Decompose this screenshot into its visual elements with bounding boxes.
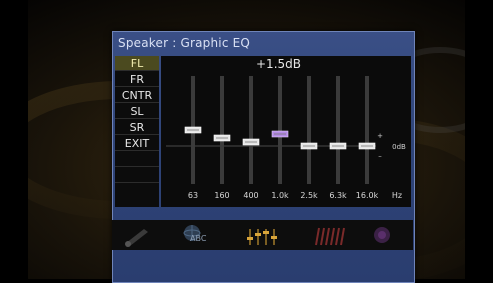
channel-item-sl[interactable]: SL [115, 104, 159, 119]
freq-label-1.0k: 1.0k [271, 191, 289, 200]
gain-readout: +1.5dB [256, 57, 301, 71]
slider-track-160[interactable] [220, 76, 224, 184]
slider-track-400[interactable] [249, 76, 253, 184]
minus-label: – [378, 152, 382, 160]
channel-item-fr[interactable]: FR [115, 72, 159, 87]
slider-track-16.0k[interactable] [365, 76, 369, 184]
channel-item-empty-1 [115, 152, 159, 167]
hz-unit-label: Hz [392, 191, 402, 200]
freq-label-63: 63 [188, 191, 198, 200]
channel-item-sr[interactable]: SR [115, 120, 159, 135]
purple-settings-icon[interactable] [364, 223, 412, 248]
bottom-menu-bar: ABC [112, 220, 413, 250]
zero-db-label: 0dB [392, 143, 406, 151]
eq-sliders: 63 160 400 1.0k 2.5k 6.3k 16.0k Hz + – 0dB [166, 76, 406, 200]
speaker-icon[interactable] [116, 223, 164, 248]
freq-label-16.0k: 16.0k [356, 191, 379, 200]
channel-item-exit[interactable]: EXIT [115, 136, 159, 151]
freq-label-6.3k: 6.3k [329, 191, 347, 200]
freq-label-400: 400 [243, 191, 258, 200]
channel-list: FL FR CNTR SL SR EXIT [115, 56, 159, 207]
freq-label-2.5k: 2.5k [300, 191, 318, 200]
channel-item-cntr[interactable]: CNTR [115, 88, 159, 103]
freq-label-160: 160 [214, 191, 229, 200]
level-bars-icon[interactable] [306, 223, 354, 248]
slider-track-6.3k[interactable] [336, 76, 340, 184]
slider-track-1.0k[interactable] [278, 76, 282, 184]
plus-label: + [377, 132, 383, 140]
channel-item-empty-2 [115, 168, 159, 183]
abc-label: ABC [190, 234, 207, 243]
graphic-eq-icon[interactable] [238, 223, 286, 248]
slider-track-2.5k[interactable] [307, 76, 311, 184]
eq-area: 63 160 400 1.0k 2.5k 6.3k 16.0k Hz + – 0dB +1.5dB [161, 56, 411, 207]
globe-abc-icon[interactable]: ABC [178, 223, 226, 248]
panel-title: Speaker : Graphic EQ [118, 36, 251, 50]
channel-item-fl[interactable]: FL [115, 56, 159, 71]
